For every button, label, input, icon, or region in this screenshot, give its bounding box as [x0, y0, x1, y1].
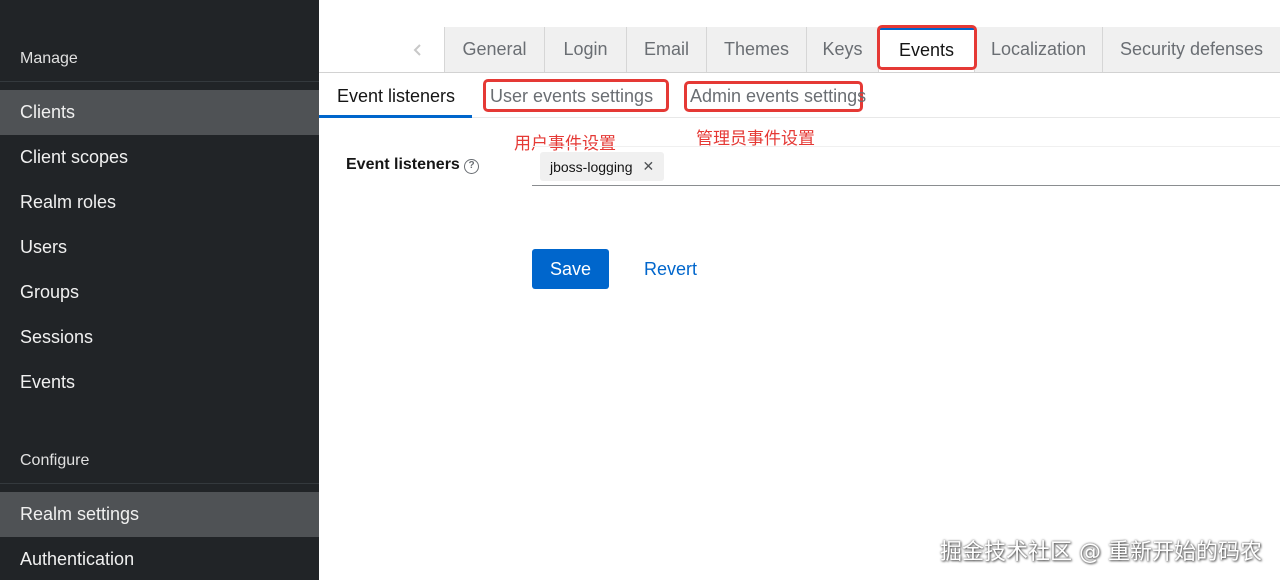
tab-events[interactable]: Events: [878, 27, 974, 72]
nav-divider: [0, 483, 319, 484]
sidebar-item-clients[interactable]: Clients: [0, 90, 319, 135]
subtab-admin-events-settings[interactable]: Admin events settings: [690, 78, 866, 118]
sidebar-item-authentication[interactable]: Authentication: [0, 537, 319, 580]
question-circle-icon[interactable]: ?: [464, 159, 479, 174]
subtab-user-events-settings[interactable]: User events settings: [490, 78, 653, 118]
nav-section-manage: Manage: [20, 50, 78, 67]
tab-general[interactable]: General: [444, 27, 544, 72]
tab-security-defenses[interactable]: Security defenses: [1102, 27, 1280, 72]
chip-label: jboss-logging: [550, 158, 633, 175]
watermark: 掘金技术社区 @ 重新开始的码农: [940, 540, 1262, 565]
save-button[interactable]: Save: [532, 249, 609, 289]
event-listeners-label: Event listeners: [346, 156, 460, 173]
tab-localization[interactable]: Localization: [974, 27, 1102, 72]
close-icon[interactable]: ✕: [643, 158, 655, 175]
subtab-event-listeners[interactable]: Event listeners: [319, 78, 472, 118]
nav-divider: [0, 81, 319, 82]
revert-button[interactable]: Revert: [632, 249, 709, 289]
sidebar-item-users[interactable]: Users: [0, 225, 319, 270]
sidebar-item-groups[interactable]: Groups: [0, 270, 319, 315]
nav-section-configure: Configure: [20, 452, 90, 469]
tab-login[interactable]: Login: [544, 27, 626, 72]
sidebar-item-realm-roles[interactable]: Realm roles: [0, 180, 319, 225]
event-listeners-select[interactable]: jboss-logging ✕: [532, 146, 1280, 186]
sidebar-item-client-scopes[interactable]: Client scopes: [0, 135, 319, 180]
tab-scroll-left-button[interactable]: [391, 27, 444, 72]
sidebar-item-events[interactable]: Events: [0, 360, 319, 405]
tab-keys[interactable]: Keys: [806, 27, 878, 72]
tab-email[interactable]: Email: [626, 27, 706, 72]
sidebar-item-sessions[interactable]: Sessions: [0, 315, 319, 360]
sidebar-item-realm-settings[interactable]: Realm settings: [0, 492, 319, 537]
tab-themes[interactable]: Themes: [706, 27, 806, 72]
chevron-left-icon: [413, 43, 421, 56]
chip-jboss-logging: jboss-logging ✕: [540, 152, 665, 181]
sidebar: Manage Clients Client scopes Realm roles…: [0, 0, 319, 580]
realm-settings-tabs: General Login Email Themes Keys Events L…: [319, 27, 1280, 73]
